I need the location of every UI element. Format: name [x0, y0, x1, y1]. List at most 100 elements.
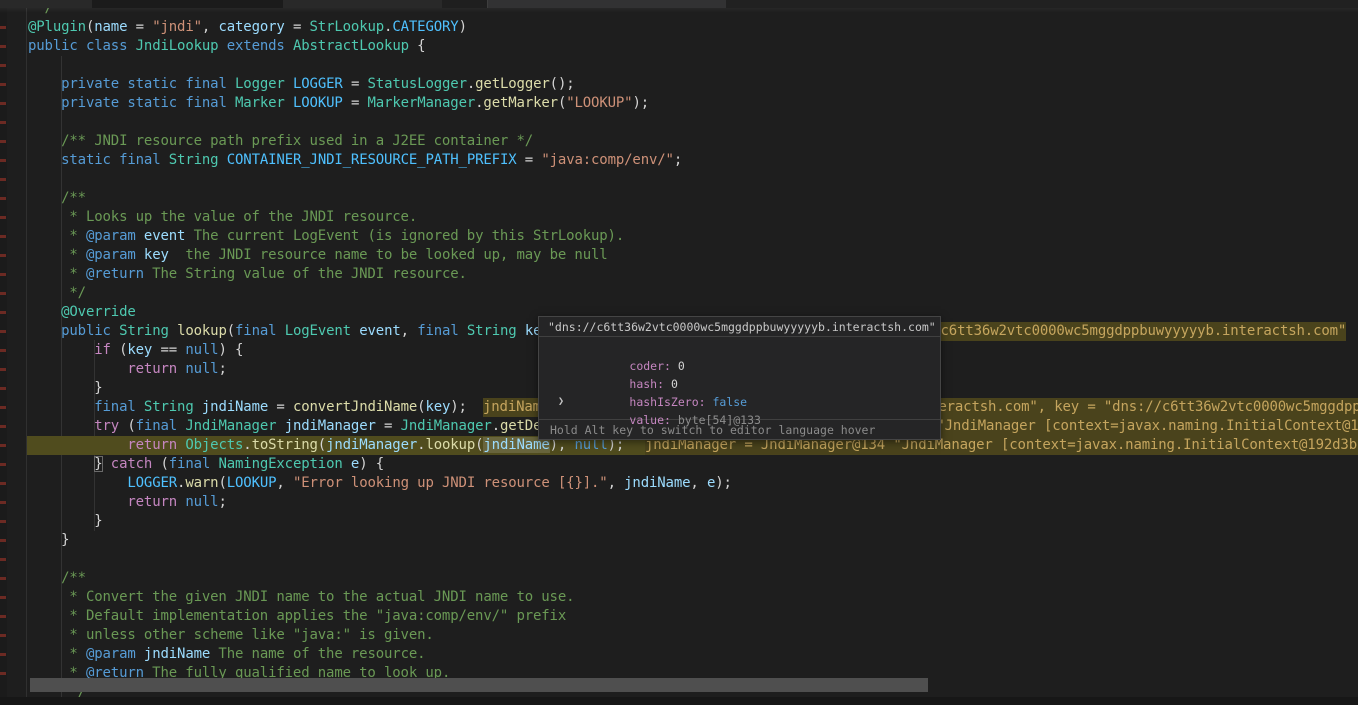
code-line[interactable]	[0, 56, 1358, 75]
tab-fragment[interactable]	[92, 0, 283, 8]
code-token: =	[376, 418, 401, 434]
code-line[interactable]: * unless other scheme like "java:" is gi…	[0, 626, 1358, 645]
code-text: }	[28, 512, 103, 531]
code-token: return	[127, 361, 177, 377]
code-line[interactable]: * Default implementation applies the "ja…	[0, 607, 1358, 626]
debug-hover-value[interactable]: "dns://c6tt36w2vtc0000wc5mggdppbuwyyyyyb…	[539, 317, 940, 337]
code-text: /**	[28, 189, 86, 208]
code-line[interactable]: static final String CONTAINER_JNDI_RESOU…	[0, 151, 1358, 170]
code-token: }	[28, 380, 103, 396]
code-line[interactable]: * @param jndiName The name of the resour…	[0, 645, 1358, 664]
code-token: final	[169, 456, 210, 472]
code-token: ,	[276, 475, 293, 491]
code-token: final	[185, 95, 226, 111]
code-token: *	[28, 646, 86, 662]
code-token: "jndi"	[152, 19, 202, 35]
code-token	[136, 228, 144, 244]
code-token: =	[517, 152, 542, 168]
code-token	[103, 456, 111, 472]
code-token: )	[459, 19, 467, 35]
code-line[interactable]	[0, 550, 1358, 569]
code-token: getLogger	[475, 76, 550, 92]
code-line[interactable]: private static final Marker LOOKUP = Mar…	[0, 94, 1358, 113]
code-token	[28, 323, 61, 339]
code-token: convertJndiName	[293, 399, 417, 415]
code-line[interactable]: * @param event The current LogEvent (is …	[0, 227, 1358, 246]
code-token: AbstractLookup	[293, 38, 409, 54]
code-token: class	[86, 38, 127, 54]
debug-hover-property: hash: 0	[539, 357, 940, 375]
code-token: final	[119, 152, 160, 168]
code-token: String	[119, 323, 169, 339]
code-token: StrLookup	[310, 19, 385, 35]
code-text: * @param key the JNDI resource name to b…	[28, 246, 608, 265]
tab-fragment[interactable]	[283, 0, 442, 8]
code-token	[285, 76, 293, 92]
code-token: /**	[28, 570, 86, 586]
code-token: category	[218, 19, 284, 35]
debug-hover-property-expandable[interactable]: ❯value: byte[54]@133	[539, 393, 940, 411]
code-line[interactable]	[0, 113, 1358, 132]
code-token: ) {	[359, 456, 384, 472]
code-token: (	[111, 342, 128, 358]
code-token: lookup	[425, 437, 475, 453]
code-token: private	[61, 95, 119, 111]
code-token: LogEvent	[285, 323, 351, 339]
code-token: Marker	[235, 95, 285, 111]
tab-fragment[interactable]	[726, 0, 1358, 8]
code-line[interactable]: LOGGER.warn(LOOKUP, "Error looking up JN…	[0, 474, 1358, 493]
code-line[interactable]: public class JndiLookup extends Abstract…	[0, 37, 1358, 56]
code-token: (	[558, 95, 566, 111]
code-line[interactable]: * Convert the given JNDI name to the act…	[0, 588, 1358, 607]
code-line[interactable]: /**	[0, 569, 1358, 588]
code-line[interactable]: }	[0, 512, 1358, 531]
code-token: name	[94, 19, 127, 35]
tab-fragment[interactable]	[0, 0, 92, 8]
code-token	[78, 38, 86, 54]
code-line[interactable]: */	[0, 284, 1358, 303]
code-line[interactable]: * @return The String value of the JNDI r…	[0, 265, 1358, 284]
code-token: LOOKUP	[293, 95, 343, 111]
code-token: *	[28, 266, 86, 282]
code-line[interactable]: /** JNDI resource path prefix used in a …	[0, 132, 1358, 151]
code-line[interactable]: }	[0, 531, 1358, 550]
code-text: return Objects.toString(jndiManager.look…	[28, 436, 624, 455]
property-value: byte[54]@133	[678, 413, 761, 427]
code-token: =	[127, 19, 152, 35]
code-token: ,	[690, 475, 707, 491]
code-token: String	[467, 323, 517, 339]
code-line[interactable]	[0, 170, 1358, 189]
code-token: lookup	[177, 323, 227, 339]
code-token: jndiName	[624, 475, 690, 491]
code-token	[218, 152, 226, 168]
code-token: static	[127, 76, 177, 92]
code-token: warn	[185, 475, 218, 491]
code-token: (	[152, 456, 169, 472]
code-text: @Plugin(name = "jndi", category = StrLoo…	[28, 18, 467, 37]
code-line[interactable]: private static final Logger LOGGER = Sta…	[0, 75, 1358, 94]
code-token: JndiLookup	[136, 38, 219, 54]
chevron-right-icon[interactable]: ❯	[558, 393, 564, 411]
code-token: static	[127, 95, 177, 111]
code-token: CONTAINER_JNDI_RESOURCE_PATH_PREFIX	[227, 152, 517, 168]
code-line[interactable]: * Looks up the value of the JNDI resourc…	[0, 208, 1358, 227]
code-line[interactable]: } catch (final NamingException e) {	[0, 455, 1358, 474]
code-token: The current LogEvent (is ignored by this…	[185, 228, 624, 244]
code-line[interactable]: return null;	[0, 493, 1358, 512]
code-token	[343, 456, 351, 472]
code-text: private static final Logger LOGGER = Sta…	[28, 75, 575, 94]
code-token: key	[425, 399, 450, 415]
code-text: * @return The String value of the JNDI r…	[28, 265, 467, 284]
horizontal-scrollbar-thumb[interactable]	[30, 678, 928, 692]
code-token: Logger	[235, 76, 285, 92]
code-token	[28, 437, 127, 453]
code-line[interactable]: * @param key the JNDI resource name to b…	[0, 246, 1358, 265]
tab-fragment-active[interactable]	[487, 0, 726, 8]
code-token: * Convert the given JNDI name to the act…	[28, 589, 574, 605]
code-line[interactable]: @Plugin(name = "jndi", category = StrLoo…	[0, 18, 1358, 37]
code-line[interactable]: /**	[0, 189, 1358, 208]
code-token: key	[144, 247, 169, 263]
code-token: null	[185, 494, 218, 510]
code-token	[111, 323, 119, 339]
code-text: return null;	[28, 360, 227, 379]
